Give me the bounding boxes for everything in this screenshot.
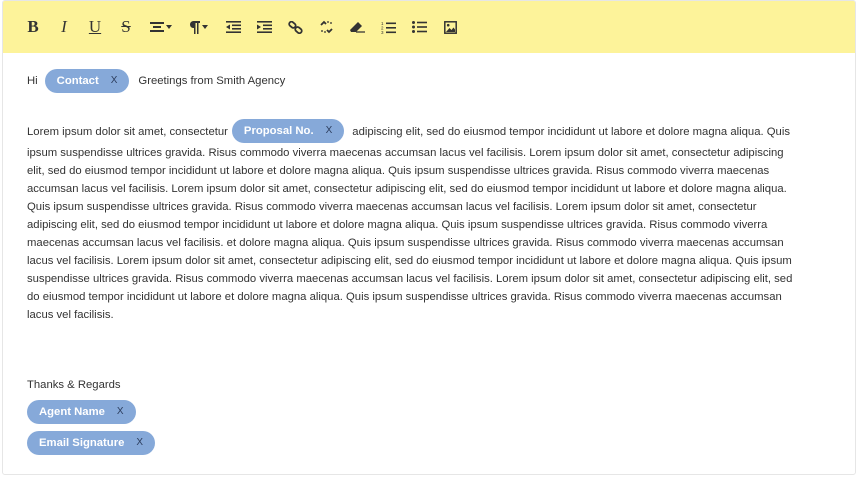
underline-icon: U (88, 17, 102, 36)
bold-button[interactable]: B (22, 14, 44, 40)
signature-token-row: Email Signature X (27, 431, 831, 455)
indent-button[interactable] (253, 14, 275, 40)
chevron-down-icon (201, 25, 208, 29)
closing-text: Thanks & Regards (27, 379, 121, 391)
link-button[interactable] (284, 14, 306, 40)
email-editor: B I U S 1 2 3 Hi Contact X Greetings fro… (2, 0, 856, 475)
token-label: Proposal No. (243, 125, 314, 137)
paragraph-icon (189, 20, 200, 34)
underline-button[interactable]: U (84, 14, 106, 40)
strikethrough-button[interactable]: S (115, 14, 137, 40)
body-paragraph: Lorem ipsum dolor sit amet, consectetur P… (27, 119, 802, 324)
outdent-icon (225, 21, 241, 33)
contact-token[interactable]: Contact X (44, 69, 130, 93)
agent-token-row: Agent Name X (27, 400, 831, 424)
svg-text:3: 3 (381, 30, 384, 34)
paragraph-dropdown[interactable] (187, 14, 209, 40)
unordered-list-icon (411, 21, 427, 33)
greeting-prefix: Hi (27, 75, 38, 87)
token-remove-button[interactable]: X (111, 72, 118, 90)
email-signature-token[interactable]: Email Signature X (27, 431, 156, 455)
italic-icon: I (61, 17, 67, 36)
indent-icon (256, 21, 272, 33)
token-remove-button[interactable]: X (326, 122, 333, 140)
greeting-suffix: Greetings from Smith Agency (138, 75, 286, 87)
body-text-after: adipiscing elit, sed do eiusmod tempor i… (27, 125, 793, 321)
align-dropdown[interactable] (150, 14, 172, 40)
token-label: Contact (56, 75, 99, 87)
bold-icon: B (27, 17, 39, 36)
body-text-before: Lorem ipsum dolor sit amet, consectetur (27, 125, 228, 138)
token-remove-button[interactable]: X (117, 403, 124, 421)
eraser-icon (349, 21, 365, 33)
greeting-line: Hi Contact X Greetings from Smith Agency (27, 68, 831, 94)
link-icon (287, 20, 303, 34)
strikethrough-icon: S (121, 17, 131, 36)
token-label: Agent Name (39, 406, 105, 418)
align-icon (150, 21, 164, 33)
editor-content[interactable]: Hi Contact X Greetings from Smith Agency… (3, 68, 855, 455)
clear-format-button[interactable] (346, 14, 368, 40)
ordered-list-icon: 123 (381, 21, 396, 34)
insert-image-button[interactable] (439, 14, 461, 40)
agent-name-token[interactable]: Agent Name X (27, 400, 136, 424)
token-remove-button[interactable]: X (136, 434, 143, 452)
chevron-down-icon (166, 25, 172, 29)
ordered-list-button[interactable]: 123 (377, 14, 399, 40)
outdent-button[interactable] (222, 14, 244, 40)
unlink-icon (319, 20, 334, 34)
proposal-token[interactable]: Proposal No. X (231, 119, 345, 143)
italic-button[interactable]: I (53, 14, 75, 40)
unordered-list-button[interactable] (408, 14, 430, 40)
editor-toolbar: B I U S 1 2 3 (3, 1, 855, 53)
token-label: Email Signature (39, 437, 125, 449)
image-icon (443, 20, 457, 34)
unlink-button[interactable] (315, 14, 337, 40)
